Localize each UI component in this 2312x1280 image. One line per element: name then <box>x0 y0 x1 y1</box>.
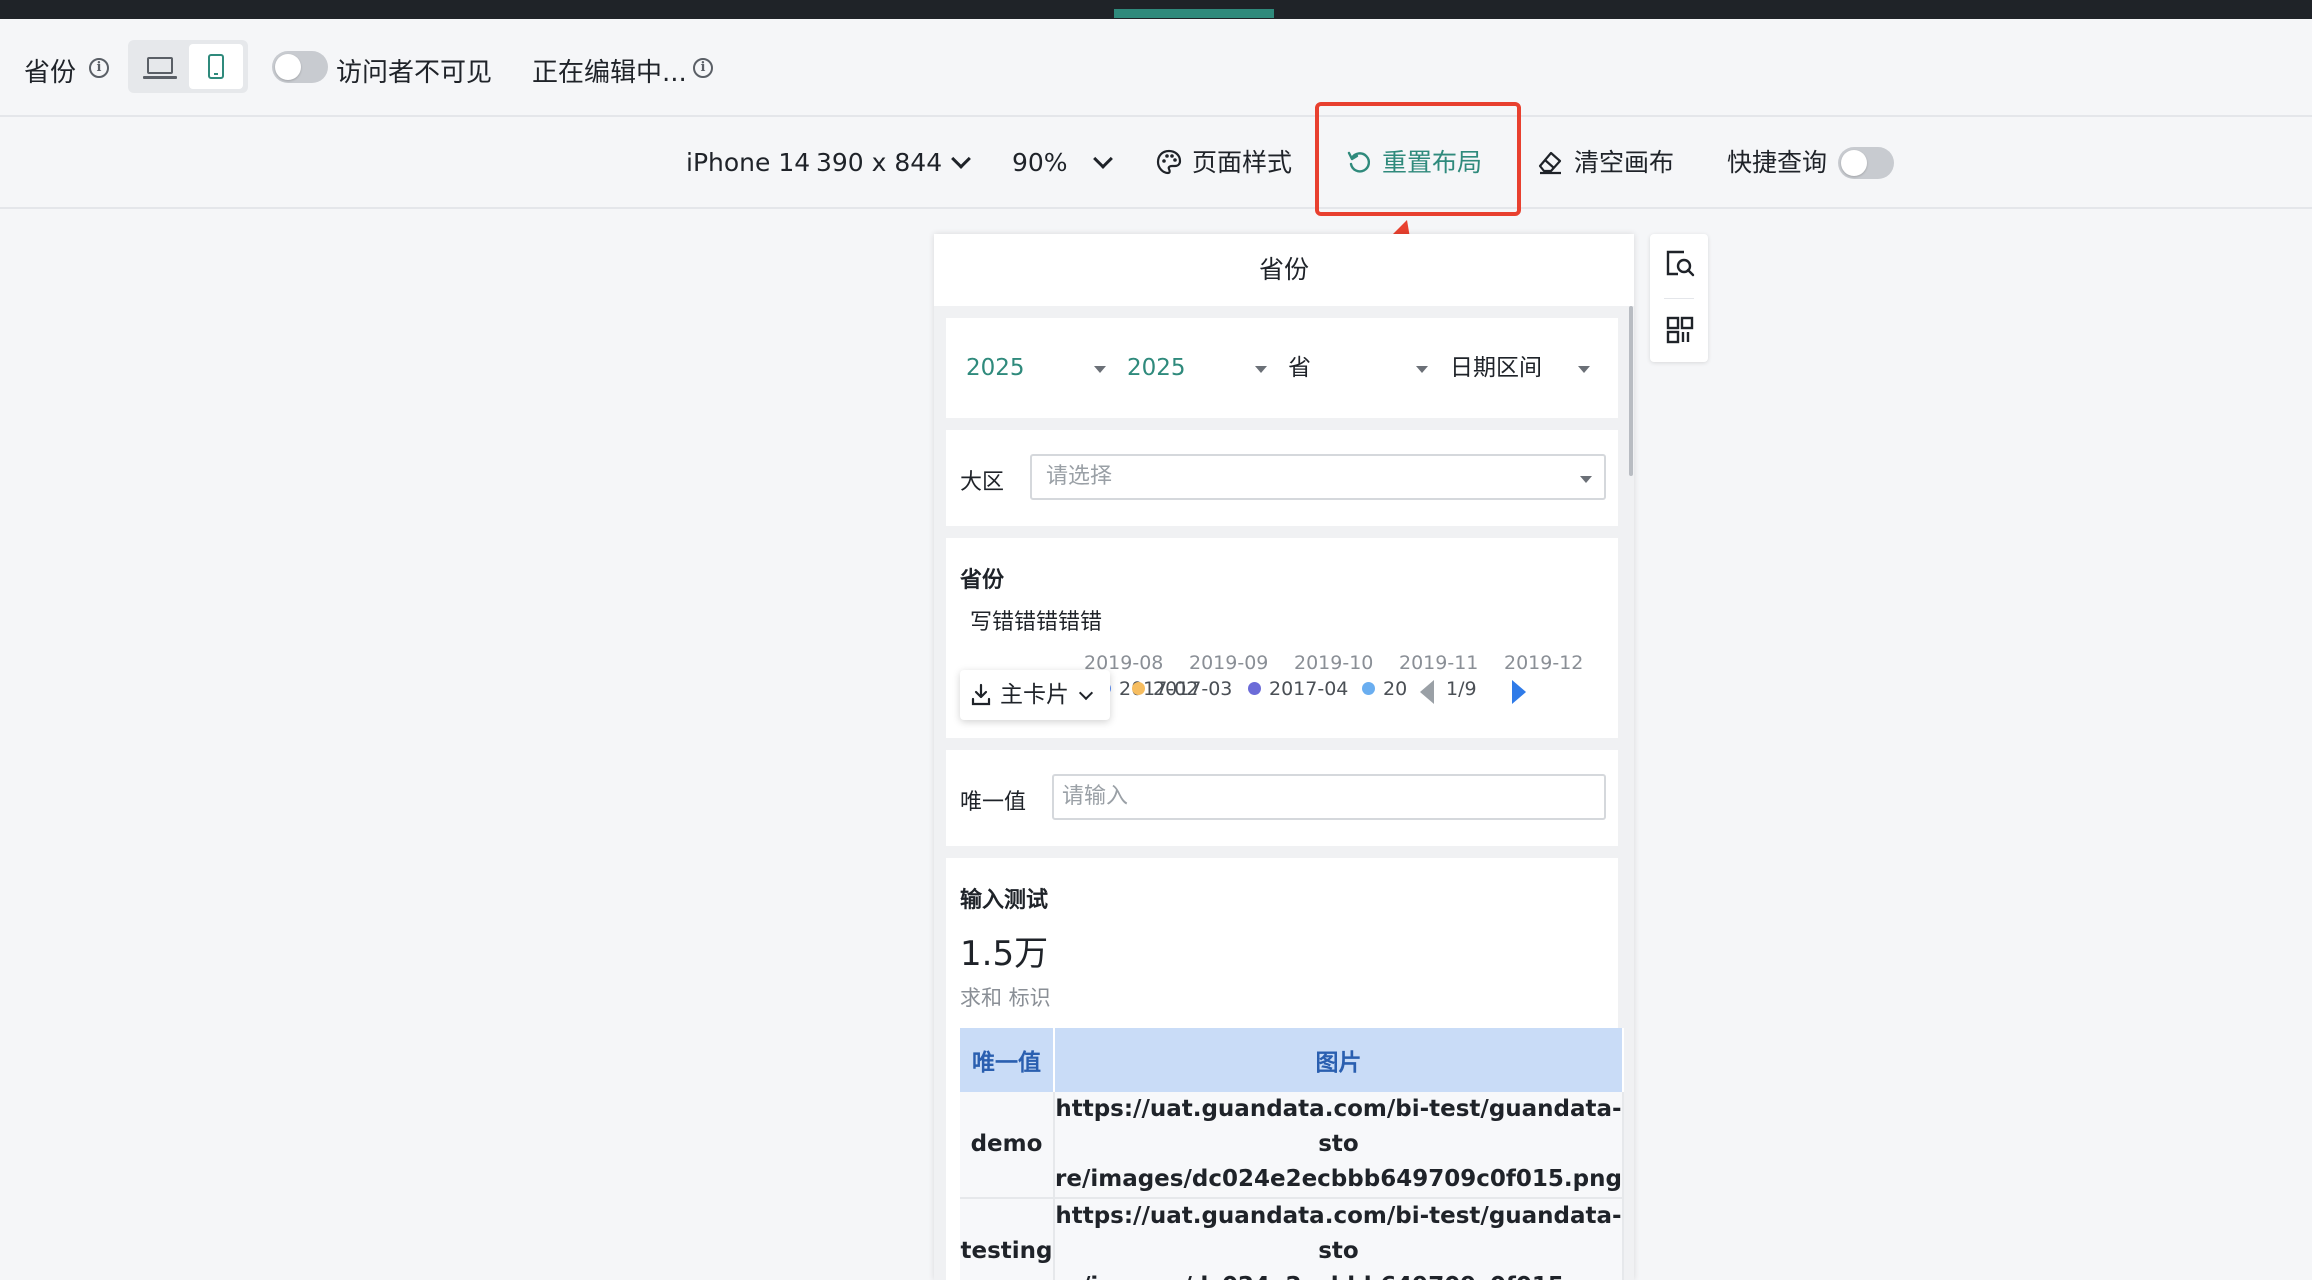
url-line: https://uat.guandata.com/bi-test/guandat… <box>1055 1096 1622 1157</box>
card-picker-label: 主卡片 <box>1000 682 1069 708</box>
input-test-title: 输入测试 <box>960 888 1049 913</box>
quick-query-toggle[interactable] <box>1838 147 1894 179</box>
desktop-icon <box>143 57 177 79</box>
region-filter-card: 大区 请选择 <box>946 430 1618 526</box>
axis-tick: 2019-09 <box>1189 652 1269 674</box>
caret-down-icon <box>1580 476 1592 483</box>
caret-down-icon <box>1578 366 1590 373</box>
mobile-icon <box>208 54 224 79</box>
year-end-select[interactable]: 2025 <box>1127 318 1186 418</box>
edit-status: 正在编辑中... <box>532 58 687 88</box>
province-level-select[interactable]: 省 <box>1288 318 1311 418</box>
toggle-knob <box>275 54 301 80</box>
region-select[interactable]: 请选择 <box>1030 454 1606 500</box>
column-header[interactable]: 唯一值 <box>960 1028 1055 1092</box>
visibility-toggle[interactable] <box>272 51 328 83</box>
device-switch <box>128 40 248 93</box>
phone-preview: 省份 2025 2025 省 日期区间 大区 请选择 省份 写错错错错错 201… <box>934 234 1634 1280</box>
legend-item[interactable]: 2017-04 <box>1248 678 1348 700</box>
zoom-select[interactable]: 90% <box>1012 117 1113 209</box>
palette-icon <box>1156 149 1182 175</box>
pager-count: 1/9 <box>1446 678 1477 700</box>
province-card-subtitle: 写错错错错错 <box>970 610 1103 635</box>
quick-query-label: 快捷查询 <box>1727 148 1828 177</box>
column-header[interactable]: 图片 <box>1054 1028 1624 1092</box>
highlight-box <box>1315 102 1521 216</box>
legend-dot <box>1248 682 1261 695</box>
chevron-down-icon <box>1092 149 1113 169</box>
pager-prev-icon[interactable] <box>1420 680 1434 704</box>
page-style-button[interactable]: 页面样式 <box>1156 117 1292 209</box>
info-icon[interactable]: i <box>89 58 109 78</box>
table-row[interactable]: testing https://uat.guandata.com/bi-test… <box>960 1198 1624 1280</box>
clear-canvas-button[interactable]: 清空画布 <box>1536 117 1674 209</box>
table-row[interactable]: demo https://uat.guandata.com/bi-test/gu… <box>960 1092 1624 1199</box>
unique-value-card: 唯一值 请输入 <box>946 750 1618 846</box>
url-line: re/images/dc024e2ecbbb649709c0f015.png <box>1055 1269 1622 1280</box>
legend-item[interactable]: 2017-03 <box>1132 678 1232 700</box>
card-picker[interactable]: 主卡片 <box>960 670 1110 720</box>
table-header-row: 唯一值 图片 <box>960 1028 1624 1092</box>
axis-tick: 2019-11 <box>1399 652 1479 674</box>
toolbar: iPhone 14 390 x 844 90% 页面样式 重置布局 清空画布 快… <box>0 117 2312 209</box>
visibility-label: 访问者不可见 <box>336 58 493 88</box>
url-line: re/images/dc024e2ecbbb649709c0f015.png <box>1055 1166 1622 1192</box>
eraser-icon <box>1538 151 1562 175</box>
window-top-strip <box>0 0 2312 19</box>
table-cell: testing <box>960 1198 1055 1280</box>
axis-tick: 2019-12 <box>1504 652 1584 674</box>
date-range-select[interactable]: 日期区间 <box>1450 318 1542 418</box>
page-style-label: 页面样式 <box>1192 148 1293 177</box>
toggle-knob <box>1841 150 1867 176</box>
unique-value-input[interactable]: 请输入 <box>1052 774 1606 820</box>
device-name: iPhone 14 <box>686 148 811 177</box>
province-card-title: 省份 <box>960 568 1005 593</box>
url-line: https://uat.guandata.com/bi-test/guandat… <box>1055 1203 1622 1264</box>
data-table: 唯一值 图片 demo https://uat.guandata.com/bi-… <box>960 1028 1624 1280</box>
filter-bar: 2025 2025 省 日期区间 <box>946 318 1618 418</box>
pager-next-icon[interactable] <box>1512 680 1526 704</box>
page-title: 省份 <box>24 58 77 88</box>
phone-title: 省份 <box>934 234 1634 306</box>
unique-value-label: 唯一值 <box>960 790 1027 815</box>
resolution-select[interactable]: 390 x 844 <box>816 117 972 209</box>
caret-down-icon <box>1416 366 1428 373</box>
active-tab-indicator <box>1114 9 1274 18</box>
divider <box>1664 298 1694 299</box>
metric-caption: 求和 标识 <box>960 986 1051 1010</box>
caret-down-icon <box>1094 366 1106 373</box>
region-label: 大区 <box>960 470 1005 495</box>
chevron-down-icon <box>951 149 972 169</box>
chevron-down-icon <box>1078 685 1094 701</box>
axis-tick: 2019-10 <box>1294 652 1374 674</box>
status-info-icon[interactable]: i <box>693 58 713 78</box>
resolution-label: 390 x 844 <box>816 148 943 177</box>
anchor-icon <box>971 683 991 706</box>
table-cell: https://uat.guandata.com/bi-test/guandat… <box>1054 1092 1624 1199</box>
legend-dot <box>1362 682 1375 695</box>
mobile-view-button[interactable] <box>189 44 243 89</box>
table-cell: demo <box>960 1092 1055 1199</box>
table-cell: https://uat.guandata.com/bi-test/guandat… <box>1054 1198 1624 1280</box>
qr-code-icon[interactable] <box>1666 316 1694 344</box>
metric-value: 1.5万 <box>960 934 1049 974</box>
side-tools <box>1650 234 1708 362</box>
year-start-select[interactable]: 2025 <box>966 318 1025 418</box>
preview-search-icon[interactable] <box>1664 248 1696 280</box>
legend-dot <box>1132 682 1145 695</box>
zoom-label: 90% <box>1012 148 1068 177</box>
clear-canvas-label: 清空画布 <box>1574 148 1675 177</box>
legend-item[interactable]: 201 <box>1362 678 1406 700</box>
caret-down-icon <box>1255 366 1267 373</box>
desktop-view-button[interactable] <box>133 44 187 89</box>
scrollbar[interactable] <box>1629 306 1633 476</box>
header-bar: 省份 i 访问者不可见 正在编辑中... i <box>0 19 2312 117</box>
